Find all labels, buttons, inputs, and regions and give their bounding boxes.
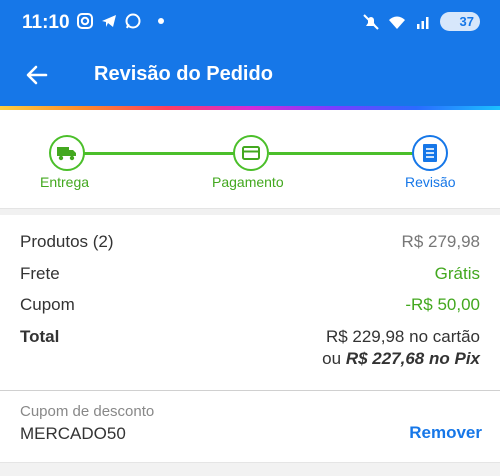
summary-row-products: Produtos (2) R$ 279,98 xyxy=(20,228,480,260)
notification-icons xyxy=(76,12,164,30)
total-card-line: R$ 229,98 no cartão xyxy=(326,327,480,347)
coupon-row-label: Cupom xyxy=(20,295,75,314)
battery-indicator: 37 xyxy=(440,12,480,31)
step-revisao-circle[interactable] xyxy=(412,135,448,171)
coupon-divider xyxy=(0,390,500,391)
back-arrow-icon[interactable] xyxy=(24,62,50,88)
instagram-icon xyxy=(77,13,93,29)
status-time: 11:10 xyxy=(22,12,70,33)
telegram-icon xyxy=(102,15,116,27)
coupon-row-value: -R$ 50,00 xyxy=(405,295,480,314)
products-value: R$ 279,98 xyxy=(401,232,480,251)
order-summary: Produtos (2) R$ 279,98 Frete Grátis Cupo… xyxy=(20,228,480,354)
remove-coupon-button[interactable]: Remover xyxy=(409,423,482,443)
total-pix-prefix: ou xyxy=(322,349,346,368)
total-card-amount: R$ 229,98 xyxy=(325,326,405,346)
summary-row-shipping: Frete Grátis xyxy=(20,260,480,292)
products-label: Produtos (2) xyxy=(20,232,114,251)
truck-icon xyxy=(57,147,76,161)
shipping-label: Frete xyxy=(20,263,60,283)
more-notifications-dot xyxy=(158,18,164,24)
checkout-stepper: Entrega Pagamento Revisão xyxy=(0,110,500,208)
page-title: Revisão do Pedido xyxy=(94,63,273,85)
step-entrega-label: Entrega xyxy=(40,174,90,190)
status-bar: 11:10 37 xyxy=(0,0,500,46)
coupon-code: MERCADO50 xyxy=(20,424,126,443)
total-label: Total xyxy=(20,326,60,346)
step-connector-1 xyxy=(84,152,234,155)
total-pix-amount: R$ 227,68 no Pix xyxy=(345,349,480,368)
whatsapp-icon xyxy=(125,13,141,29)
total-pix-line: ou R$ 227,68 no Pix xyxy=(322,349,480,369)
section-divider xyxy=(0,208,500,215)
wifi-icon xyxy=(389,16,405,29)
coupon-field-label: Cupom de desconto xyxy=(20,403,155,420)
card-icon xyxy=(242,146,260,160)
mute-icon xyxy=(363,13,379,30)
summary-row-coupon: Cupom -R$ 50,00 xyxy=(20,291,480,323)
total-card-suffix: no cartão xyxy=(404,326,480,346)
bottom-divider xyxy=(0,462,500,476)
shipping-value: Grátis xyxy=(434,263,480,283)
step-revisao-label: Revisão xyxy=(405,174,456,190)
signal-icon xyxy=(417,16,429,29)
app-header: 11:10 37 Revisão do Pedido xyxy=(0,0,500,110)
step-pagamento-circle[interactable] xyxy=(233,135,269,171)
system-status: 37 xyxy=(362,12,480,31)
step-pagamento-label: Pagamento xyxy=(212,174,284,190)
receipt-icon xyxy=(423,144,437,162)
step-connector-2 xyxy=(269,152,413,155)
step-entrega-circle[interactable] xyxy=(49,135,85,171)
